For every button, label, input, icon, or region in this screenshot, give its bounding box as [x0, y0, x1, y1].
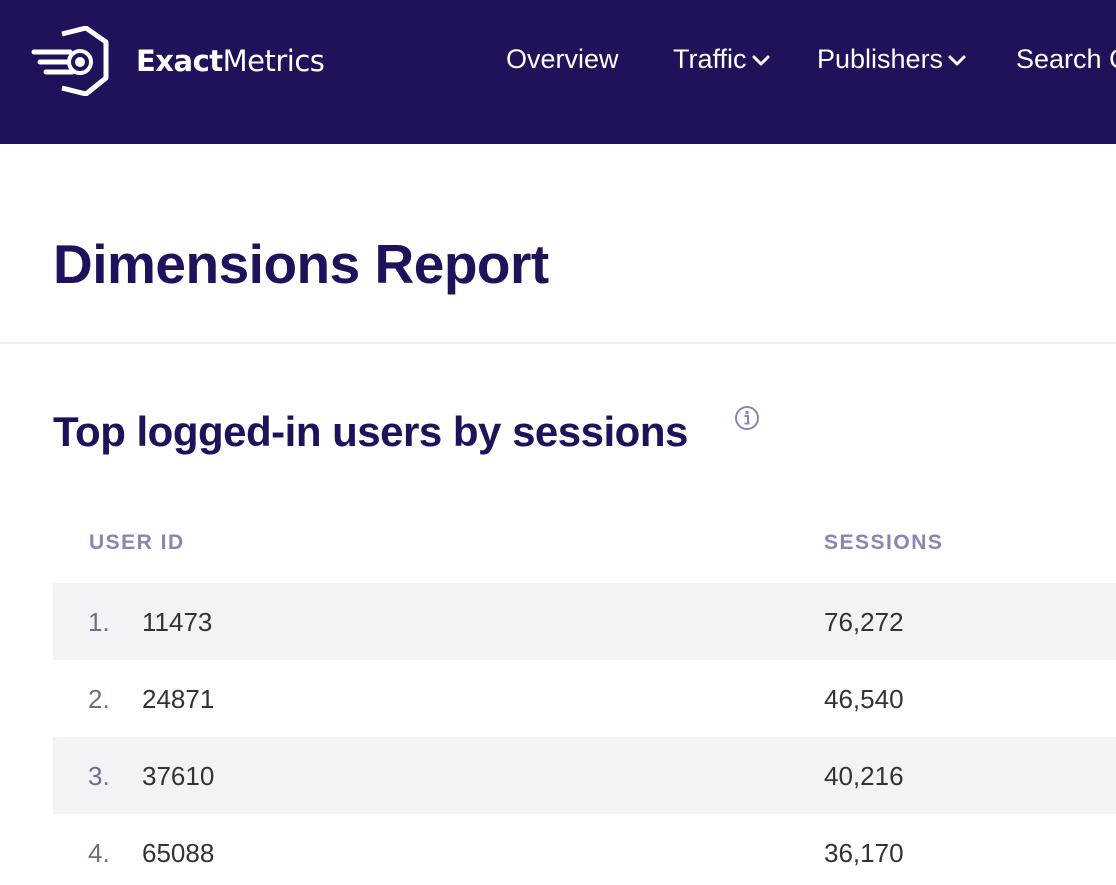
nav-item-search-console[interactable]: Search C [1016, 44, 1116, 75]
table-row: 3. 37610 40,216 [53, 737, 1116, 814]
chevron-down-icon [752, 55, 770, 65]
row-user-id: 65088 [142, 838, 215, 868]
row-rank: 2. [88, 684, 110, 714]
brand-name[interactable]: ExactMetrics [136, 44, 325, 78]
nav-item-label: Traffic [673, 44, 747, 74]
nav-item-label: Search C [1016, 44, 1116, 74]
page-title: Dimensions Report [53, 233, 549, 295]
row-user-id: 11473 [142, 607, 213, 637]
row-sessions: 46,540 [824, 684, 904, 714]
top-navigation-bar: ExactMetrics Overview Traffic Publishers… [0, 0, 1116, 144]
nav-item-overview[interactable]: Overview [506, 44, 619, 75]
row-rank: 4. [88, 838, 110, 868]
brand-logo[interactable] [30, 26, 112, 96]
nav-item-traffic[interactable]: Traffic [673, 44, 770, 75]
table-row: 4. 65088 36,170 [53, 814, 1116, 885]
row-sessions: 76,272 [824, 607, 904, 637]
column-header-sessions[interactable]: SESSIONS [824, 531, 943, 555]
row-sessions: 40,216 [824, 761, 904, 791]
row-rank: 3. [88, 761, 110, 791]
nav-item-publishers[interactable]: Publishers [817, 44, 966, 75]
exactmetrics-logo-icon [31, 26, 109, 96]
nav-item-label: Publishers [817, 44, 944, 74]
column-header-user-id[interactable]: USER ID [89, 531, 185, 555]
table-row: 1. 11473 76,272 [53, 583, 1116, 660]
chevron-down-icon [948, 55, 966, 65]
row-user-id: 37610 [142, 761, 215, 791]
row-rank: 1. [88, 607, 110, 637]
header-divider [0, 342, 1116, 344]
row-user-id: 24871 [142, 684, 215, 714]
row-sessions: 36,170 [824, 838, 904, 868]
section-title: Top logged-in users by sessions [53, 408, 688, 455]
brand-name-bold: Exact [136, 44, 223, 78]
info-icon[interactable] [734, 405, 760, 431]
brand-name-light: Metrics [222, 44, 325, 78]
table-row: 2. 24871 46,540 [53, 660, 1116, 737]
nav-item-label: Overview [506, 44, 619, 74]
